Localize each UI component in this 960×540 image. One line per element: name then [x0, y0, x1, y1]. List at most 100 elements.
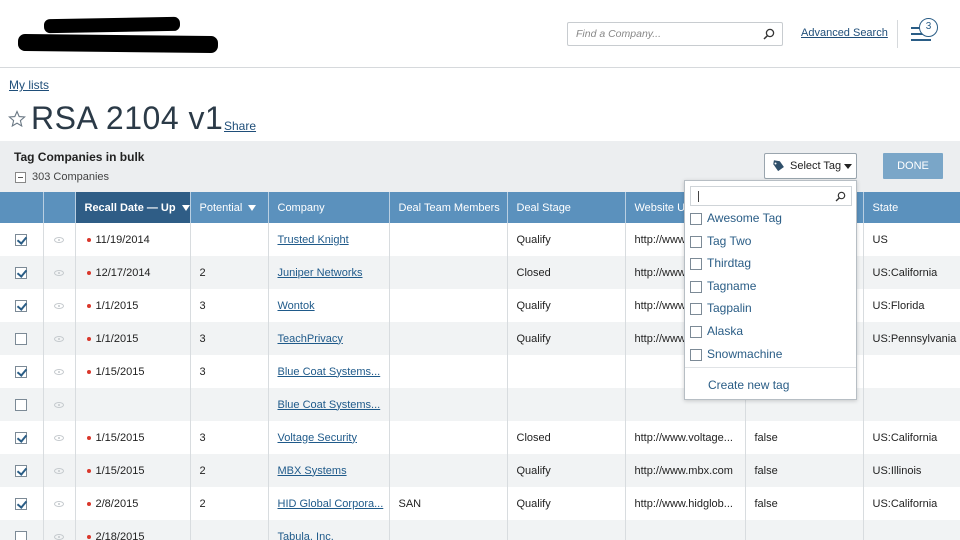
tag-option[interactable]: Tagpalin	[690, 299, 850, 319]
column-label: Deal Stage	[516, 201, 571, 214]
flag-cell: false	[745, 421, 864, 454]
row-checkbox[interactable]	[15, 464, 28, 477]
eye-icon[interactable]	[54, 533, 64, 540]
share-link[interactable]: Share	[224, 119, 256, 133]
potential-cell	[190, 388, 269, 421]
row-checkbox[interactable]	[15, 299, 28, 312]
header-deal-stage-column[interactable]: Deal Stage	[507, 192, 626, 223]
tag-option[interactable]: Tagname	[690, 277, 850, 297]
header-deal-team-column[interactable]: Deal Team Members	[389, 192, 508, 223]
header-company-column[interactable]: Company	[268, 192, 390, 223]
state-cell: US:Illinois	[863, 454, 960, 487]
tag-search-input[interactable]	[690, 186, 852, 206]
eye-icon[interactable]	[54, 269, 64, 276]
table-row[interactable]: 2/18/2015 Tabula, Inc.	[0, 520, 960, 540]
tag-option[interactable]: Alaska	[690, 322, 850, 342]
recall-date: 1/1/2015	[95, 332, 139, 345]
table-row[interactable]: 1/15/2015 3 Voltage Security Closed http://w…	[0, 421, 960, 454]
eye-icon[interactable]	[54, 236, 64, 243]
notification-badge[interactable]: 3	[919, 18, 938, 37]
status-dot	[86, 501, 91, 506]
tag-checkbox[interactable]	[690, 258, 702, 271]
eye-icon[interactable]	[54, 368, 64, 375]
filter-icon[interactable]	[181, 204, 189, 211]
header-divider	[897, 20, 898, 48]
bulk-tag-title: Tag Companies in bulk	[14, 150, 145, 164]
row-checkbox[interactable]	[15, 332, 28, 345]
company-link[interactable]: Juniper Networks	[278, 267, 363, 279]
state-cell: US	[863, 223, 960, 256]
tag-checkbox[interactable]	[690, 235, 702, 248]
tag-option-label: Snowmachine	[707, 346, 783, 361]
row-select-cell	[0, 223, 44, 256]
tag-option[interactable]: Snowmachine	[690, 345, 850, 365]
company-link[interactable]: Blue Coat Systems...	[278, 366, 381, 378]
company-link[interactable]: HID Global Corpora...	[278, 498, 384, 510]
header-state-column[interactable]: State	[863, 192, 960, 223]
deal-stage-cell	[507, 388, 626, 421]
header-recall-date-column[interactable]: Recall Date — Up	[75, 192, 191, 223]
select-tag-button[interactable]: Select Tag	[764, 153, 857, 179]
tag-checkbox[interactable]	[690, 213, 702, 225]
company-link[interactable]: TeachPrivacy	[278, 333, 343, 345]
potential-cell: 2	[190, 256, 269, 289]
tag-option[interactable]: Tag Two	[690, 232, 850, 252]
tag-checkbox[interactable]	[690, 326, 702, 338]
tag-checkbox[interactable]	[690, 303, 702, 316]
company-search-input[interactable]	[576, 23, 761, 45]
row-checkbox[interactable]	[15, 431, 28, 444]
company-link[interactable]: Voltage Security	[278, 432, 358, 444]
row-checkbox[interactable]	[15, 233, 28, 246]
redacted-logo-subtitle	[17, 33, 219, 54]
company-link[interactable]: Tabula, Inc.	[278, 531, 334, 540]
recall-date: 1/15/2015	[95, 464, 145, 477]
star-icon[interactable]	[8, 110, 26, 128]
row-checkbox[interactable]	[15, 530, 28, 540]
table-row[interactable]: 2/8/2015 2 HID Global Corpora... SAN Qualify…	[0, 487, 960, 520]
row-checkbox[interactable]	[15, 398, 28, 411]
deselect-all-checkbox[interactable]	[15, 172, 26, 183]
tag-option[interactable]: Awesome Tag	[690, 209, 850, 229]
search-icon[interactable]	[763, 28, 775, 40]
eye-icon[interactable]	[54, 335, 64, 342]
row-checkbox[interactable]	[15, 365, 28, 378]
deal-team-cell	[389, 322, 508, 355]
my-lists-link[interactable]: My lists	[9, 78, 49, 92]
company-link[interactable]: MBX Systems	[278, 465, 347, 477]
column-label: Recall Date — Up	[84, 201, 176, 214]
state-cell	[863, 520, 960, 540]
header-select-column	[0, 192, 44, 223]
tag-checkbox[interactable]	[690, 280, 702, 293]
company-link[interactable]: Blue Coat Systems...	[278, 399, 381, 411]
recall-date-cell: 2/8/2015	[75, 487, 191, 520]
table-row[interactable]: 1/15/2015 2 MBX Systems Qualify http://www.m…	[0, 454, 960, 487]
recall-date: 1/15/2015	[95, 365, 145, 378]
row-select-cell	[0, 289, 44, 322]
row-checkbox[interactable]	[15, 497, 28, 510]
eye-icon[interactable]	[54, 434, 64, 441]
row-checkbox[interactable]	[15, 266, 28, 279]
company-link[interactable]: Wontok	[278, 300, 315, 312]
create-new-tag-link[interactable]: Create new tag	[708, 378, 789, 392]
done-button[interactable]: DONE	[883, 153, 943, 179]
eye-icon[interactable]	[54, 401, 64, 408]
recall-date-cell: 2/18/2015	[75, 520, 191, 540]
eye-icon[interactable]	[54, 500, 64, 507]
company-link[interactable]: Trusted Knight	[278, 234, 349, 246]
tag-checkbox[interactable]	[690, 348, 702, 361]
status-dot	[86, 270, 91, 275]
deal-team-cell	[389, 289, 508, 322]
state-cell	[863, 355, 960, 388]
potential-cell	[190, 520, 269, 540]
company-search[interactable]	[567, 22, 783, 46]
tag-option[interactable]: Thirdtag	[690, 254, 850, 274]
header-potential-column[interactable]: Potential	[190, 192, 269, 223]
potential-cell: 2	[190, 487, 269, 520]
advanced-search-link[interactable]: Advanced Search	[801, 27, 888, 39]
eye-icon[interactable]	[54, 302, 64, 309]
row-select-cell	[0, 520, 44, 540]
filter-icon[interactable]	[248, 204, 257, 211]
website-cell: http://www.hidglob...	[625, 487, 746, 520]
eye-icon[interactable]	[54, 467, 64, 474]
status-dot	[86, 303, 91, 308]
